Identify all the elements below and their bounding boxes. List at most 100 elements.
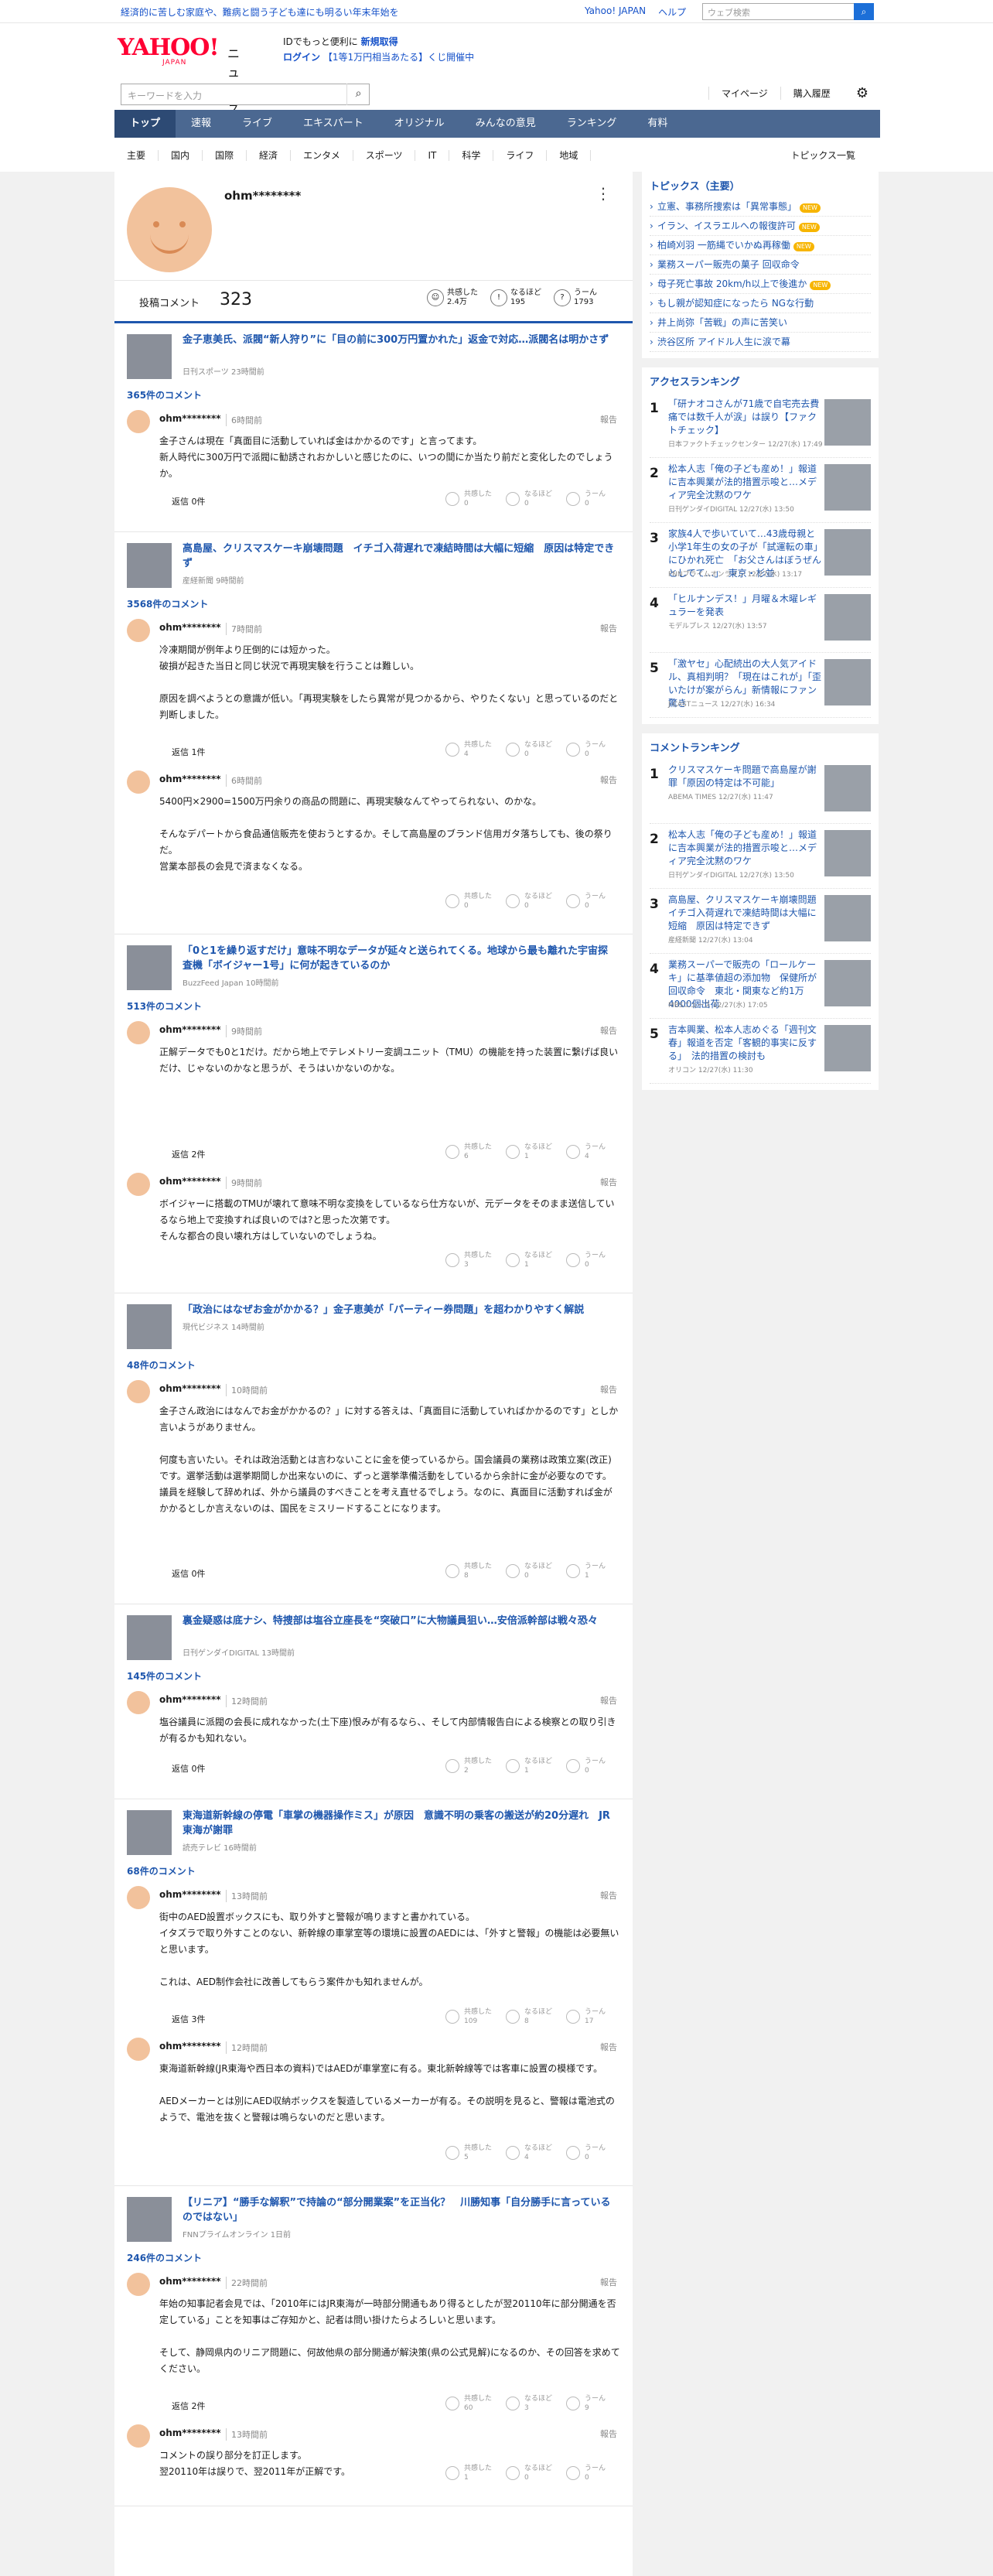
empathy-button[interactable]: 共感した 0 xyxy=(445,891,500,914)
empathy-button[interactable]: 共感した 8 xyxy=(445,1561,500,1584)
yahoo-news-logo[interactable]: YAHOO! JAPAN ニュース xyxy=(118,34,240,117)
hmm-button[interactable]: うーん 0 xyxy=(566,2143,620,2166)
hmm-button[interactable]: うーん 0 xyxy=(566,891,620,914)
topic-link[interactable]: 母子死亡事故 20km/h以上で後進かNEW xyxy=(650,275,871,294)
article-title[interactable]: 裏金疑惑は底ナシ、特捜部は塩谷立座長を“突破口”に大物議員狙い…安倍派幹部は戦々… xyxy=(183,1614,616,1628)
comment-count-link[interactable]: 68件のコメント xyxy=(127,1864,196,1877)
article-title[interactable]: 東海道新幹線の停電「車掌の機器操作ミス」が原因 意識不明の乗客の搬送が約20分遅… xyxy=(183,1809,616,1838)
hmm-button[interactable]: うーん 1 xyxy=(566,1561,620,1584)
subnav-world[interactable]: 国際 xyxy=(203,150,247,161)
subnav-domestic[interactable]: 国内 xyxy=(159,150,203,161)
ranking-item[interactable]: 3 高島屋、クリスマスケーキ崩壊問題 イチゴ入荷遅れで凍結時間は大幅に短縮 原因は… xyxy=(650,889,871,954)
comment-count-link[interactable]: 365件のコメント xyxy=(127,388,202,401)
ranking-item[interactable]: 4 業務スーパーで販売の「ロールケーキ」に基準値超の添加物 保健所が回収命令 東北… xyxy=(650,954,871,1019)
comment-count-link[interactable]: 48件のコメント xyxy=(127,1358,196,1372)
ranking-item[interactable]: 3 家族4人で歩いていて…43歳母親と小学1年生の女の子が「試運転の車」にひかれ死… xyxy=(650,523,871,588)
hmm-button[interactable]: うーん 0 xyxy=(566,489,620,512)
hmm-button[interactable]: うーん 4 xyxy=(566,1142,620,1165)
article-title[interactable]: 金子恵美氏、派閥“新人狩り”に「目の前に300万円置かれた」返金で対応…派閥名は… xyxy=(183,333,616,347)
comment-username[interactable]: ohm******** xyxy=(159,2276,221,2287)
comment-username[interactable]: ohm******** xyxy=(159,1024,221,1035)
topics-list-link[interactable]: トピックス一覧 xyxy=(778,150,868,161)
mypage-link[interactable]: マイページ xyxy=(708,87,780,100)
subnav-it[interactable]: IT xyxy=(415,150,450,161)
comment-username[interactable]: ohm******** xyxy=(159,622,221,633)
subnav-life[interactable]: ライフ xyxy=(493,150,548,161)
promo-link[interactable]: 経済的に苦しむ家庭や、難病と闘う子ども達にも明るい年末年始を xyxy=(121,5,399,19)
comment-username[interactable]: ohm******** xyxy=(159,774,221,784)
report-link[interactable]: 報告 xyxy=(600,2427,617,2440)
report-link[interactable]: 報告 xyxy=(600,1024,617,1037)
hmm-button[interactable]: うーん 0 xyxy=(566,1250,620,1273)
comment-username[interactable]: ohm******** xyxy=(159,1176,221,1187)
ranking-item[interactable]: 5 「激ヤセ」心配続出の大人気アイドル、真相判明？「現在はこれが」「歪いたけが案が… xyxy=(650,653,871,718)
comment-username[interactable]: ohm******** xyxy=(159,1383,221,1394)
report-link[interactable]: 報告 xyxy=(600,1694,617,1707)
topic-link[interactable]: もし親が認知症になったら NGな行動 xyxy=(650,294,871,313)
ranking-item[interactable]: 4 「ヒルナンデス！」月曜＆木曜レギュラーを発表 モデルプレス 12/27(水) 1… xyxy=(650,588,871,653)
web-search-input[interactable]: ウェブ検索 xyxy=(702,3,874,20)
indeed-button[interactable]: なるほど 0 xyxy=(506,891,560,914)
nav-opinions[interactable]: みんなの意見 xyxy=(460,110,551,138)
article-thumbnail[interactable] xyxy=(127,1304,172,1349)
more-menu-icon[interactable]: ⋮ xyxy=(595,184,611,203)
ranking-item[interactable]: 1 クリスマスケーキ問題で高島屋が謝罪「原因の特定は不可能」 ABEMA TIMES… xyxy=(650,759,871,824)
article-thumbnail[interactable] xyxy=(127,543,172,588)
ranking-item[interactable]: 5 吉本興業、松本人志めぐる「週刊文春」報道を否定「客観的事実に反する」 法的措置… xyxy=(650,1019,871,1084)
ranking-item[interactable]: 2 松本人志「俺の子ども産め！」報道に吉本興業が法的措置示唆と…メディア完全沈黙の… xyxy=(650,824,871,889)
topic-link[interactable]: イラン、イスラエルへの報復許可NEW xyxy=(650,217,871,236)
keyword-search-input[interactable]: キーワードを入力 xyxy=(121,84,370,105)
comment-username[interactable]: ohm******** xyxy=(159,2427,221,2438)
reply-button[interactable]: 返信 0件 xyxy=(172,495,206,507)
report-link[interactable]: 報告 xyxy=(600,1889,617,1901)
article-title[interactable]: 【リニア】“勝手な解釈”で持論の“部分開業案”を正当化？ 川勝知事「自分勝手に言… xyxy=(183,2195,616,2225)
empathy-button[interactable]: 共感した 0 xyxy=(445,489,500,512)
empathy-button[interactable]: 共感した 4 xyxy=(445,740,500,763)
nav-ranking[interactable]: ランキング xyxy=(551,110,633,138)
signup-link[interactable]: 新規取得 xyxy=(361,36,398,47)
subnav-economy[interactable]: 経済 xyxy=(247,150,292,161)
indeed-button[interactable]: なるほど 1 xyxy=(506,1250,560,1273)
empathy-button[interactable]: 共感した 109 xyxy=(445,2007,500,2030)
rank-title[interactable]: 「研ナオコさんが71歳で自宅売去費痛では数千人が涙」は誤り【ファクトチェック】 xyxy=(668,398,823,437)
topic-link[interactable]: 業務スーパー販売の菓子 回収命令 xyxy=(650,255,871,275)
web-search-button[interactable]: ⌕ xyxy=(854,3,874,20)
hmm-button[interactable]: うーん 9 xyxy=(566,2393,620,2417)
rank-title[interactable]: 松本人志「俺の子ども産め！」報道に吉本興業が法的措置示唆と…メディア完全沈黙のワ… xyxy=(668,463,823,502)
rank-title[interactable]: クリスマスケーキ問題で高島屋が謝罪「原因の特定は不可能」 xyxy=(668,764,823,790)
topic-link[interactable]: 井上尚弥「苦戦」の声に苦笑い xyxy=(650,313,871,333)
indeed-button[interactable]: なるほど 1 xyxy=(506,1142,560,1165)
empathy-button[interactable]: 共感した 1 xyxy=(445,2463,500,2486)
empathy-button[interactable]: 共感した 2 xyxy=(445,1756,500,1779)
indeed-button[interactable]: なるほど 3 xyxy=(506,2393,560,2417)
hmm-button[interactable]: うーん 0 xyxy=(566,740,620,763)
article-thumbnail[interactable] xyxy=(127,2197,172,2242)
report-link[interactable]: 報告 xyxy=(600,2041,617,2053)
login-link[interactable]: ログイン xyxy=(283,52,320,63)
topic-link[interactable]: 立憲、事務所捜索は「異常事態」NEW xyxy=(650,197,871,217)
hmm-button[interactable]: うーん 0 xyxy=(566,2463,620,2486)
subnav-main[interactable]: 主要 xyxy=(114,150,159,161)
nav-breaking[interactable]: 速報 xyxy=(176,110,227,138)
subnav-sports[interactable]: スポーツ xyxy=(353,150,416,161)
indeed-button[interactable]: なるほど 4 xyxy=(506,2143,560,2166)
comment-count-link[interactable]: 3568件のコメント xyxy=(127,597,208,610)
comment-username[interactable]: ohm******** xyxy=(159,413,221,424)
comment-count-link[interactable]: 145件のコメント xyxy=(127,1669,202,1683)
empathy-button[interactable]: 共感した 3 xyxy=(445,1250,500,1273)
reply-button[interactable]: 返信 0件 xyxy=(172,1567,206,1580)
comment-count-link[interactable]: 246件のコメント xyxy=(127,2251,202,2264)
indeed-button[interactable]: なるほど 0 xyxy=(506,2463,560,2486)
topic-link[interactable]: 渋谷区所 アイドル人生に涙で幕 xyxy=(650,333,871,352)
report-link[interactable]: 報告 xyxy=(600,2276,617,2288)
nav-paid[interactable]: 有料 xyxy=(632,110,683,138)
article-thumbnail[interactable] xyxy=(127,334,172,379)
indeed-button[interactable]: なるほど 8 xyxy=(506,2007,560,2030)
empathy-button[interactable]: 共感した 5 xyxy=(445,2143,500,2166)
article-title[interactable]: 「0と1を繰り返すだけ」意味不明なデータが延々と送られてくる。地球から最も離れた… xyxy=(183,944,616,973)
article-thumbnail[interactable] xyxy=(127,945,172,990)
comment-username[interactable]: ohm******** xyxy=(159,2041,221,2052)
indeed-button[interactable]: なるほど 0 xyxy=(506,740,560,763)
report-link[interactable]: 報告 xyxy=(600,774,617,786)
rank-title[interactable]: 吉本興業、松本人志めぐる「週刊文春」報道を否定「客観的事実に反する」 法的措置の… xyxy=(668,1023,823,1063)
